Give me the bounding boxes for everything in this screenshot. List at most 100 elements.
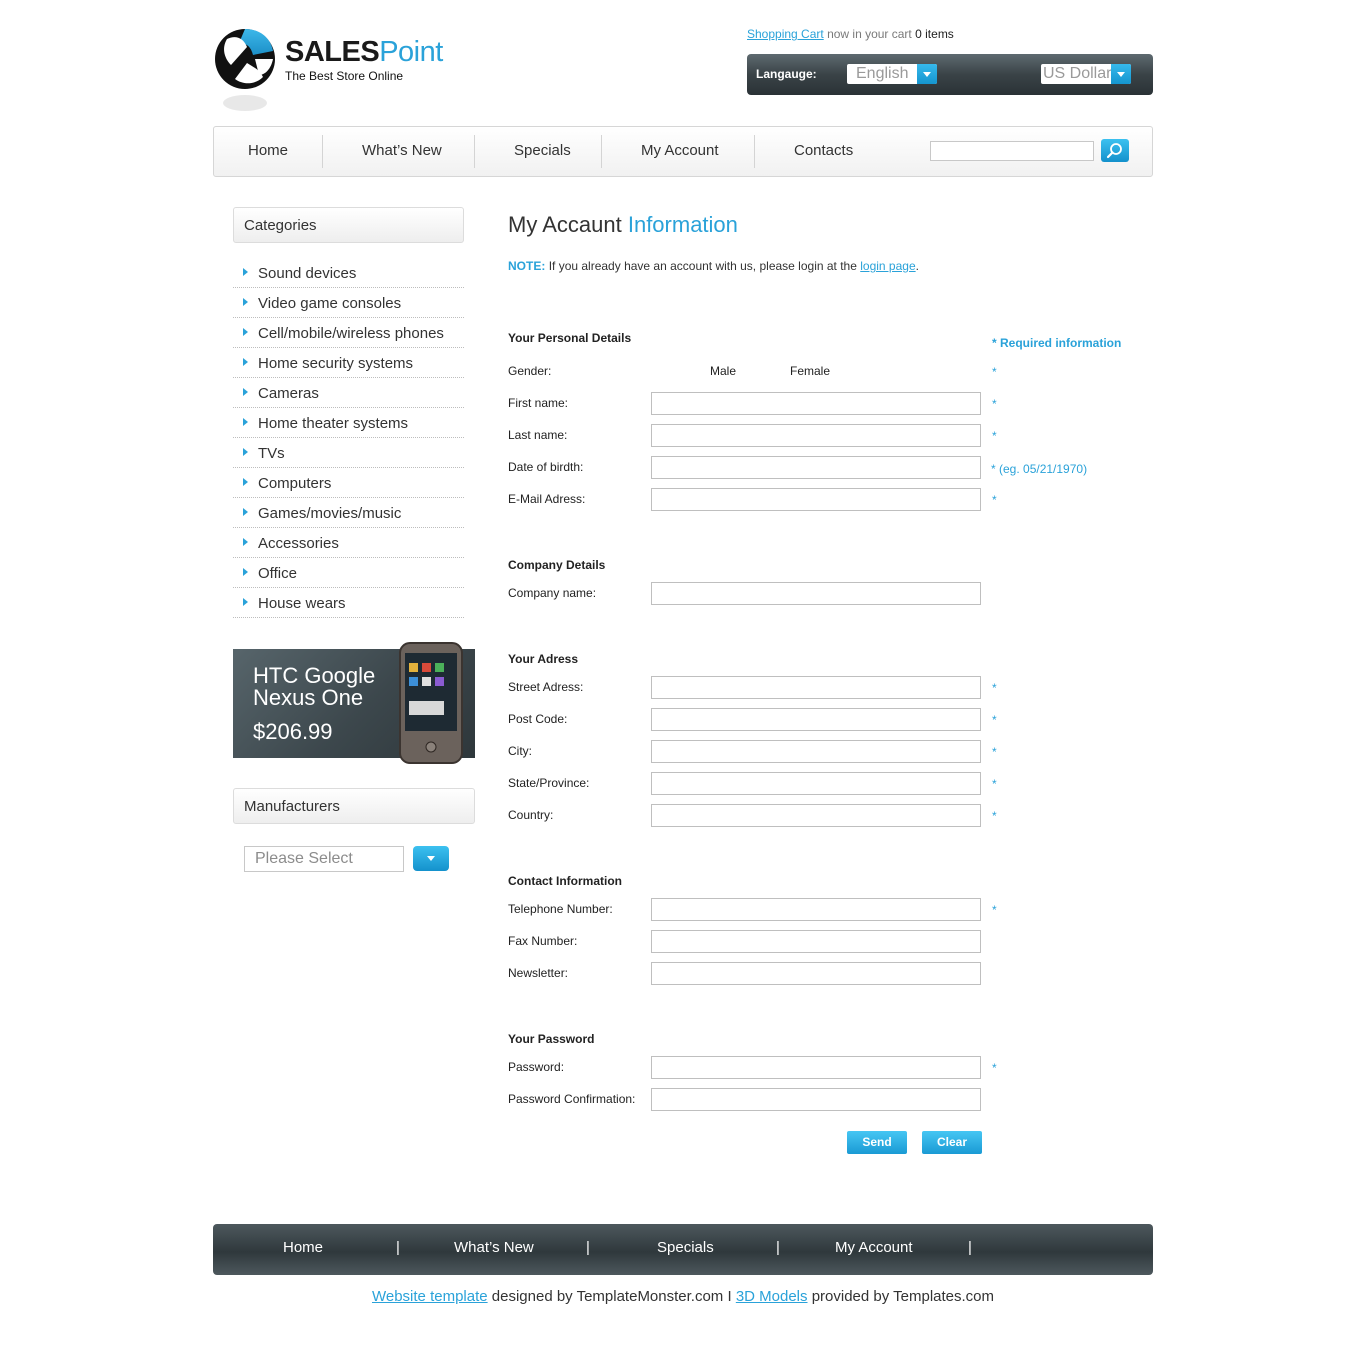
- state-field[interactable]: [651, 772, 981, 795]
- password-confirmation-field[interactable]: [651, 1088, 981, 1111]
- categories-header: Categories: [233, 207, 464, 243]
- telephone-field[interactable]: [651, 898, 981, 921]
- list-item: Cell/mobile/wireless phones: [233, 318, 464, 348]
- list-item: TVs: [233, 438, 464, 468]
- nav-divider: [322, 135, 323, 168]
- dob-field[interactable]: [651, 456, 981, 479]
- category-link[interactable]: Cameras: [258, 385, 319, 402]
- nav-specials[interactable]: Specials: [514, 142, 571, 159]
- brand-name[interactable]: SALESPoint: [285, 36, 443, 69]
- category-link[interactable]: TVs: [258, 445, 285, 462]
- telephone-label: Telephone Number:: [508, 902, 613, 916]
- brand-tagline: The Best Store Online: [285, 69, 404, 83]
- email-field[interactable]: [651, 488, 981, 511]
- list-item: Computers: [233, 468, 464, 498]
- arrow-right-icon: [243, 328, 248, 336]
- language-label: Langauge:: [756, 67, 817, 81]
- footer-nav-specials[interactable]: Specials: [657, 1239, 714, 1256]
- arrow-right-icon: [243, 508, 248, 516]
- category-link[interactable]: Computers: [258, 475, 331, 492]
- arrow-right-icon: [243, 418, 248, 426]
- account-form: My Accaunt Information NOTE: If you alre…: [508, 200, 1148, 1170]
- last-name-field[interactable]: [651, 424, 981, 447]
- company-name-field[interactable]: [651, 582, 981, 605]
- footer-nav-separator: |: [968, 1239, 972, 1256]
- manufacturer-select[interactable]: Please Select: [244, 846, 404, 872]
- gender-male-option[interactable]: Male: [710, 364, 736, 378]
- nav-whats-new[interactable]: What’s New: [362, 142, 442, 159]
- category-link[interactable]: Home theater systems: [258, 415, 408, 432]
- chevron-down-icon[interactable]: [917, 64, 937, 84]
- list-item: Accessories: [233, 528, 464, 558]
- footer-nav-my-account[interactable]: My Account: [835, 1239, 913, 1256]
- chevron-down-icon[interactable]: [413, 846, 449, 871]
- required-marker: *: [992, 745, 997, 759]
- nav-contacts[interactable]: Contacts: [794, 142, 853, 159]
- required-marker: *: [992, 809, 997, 823]
- category-link[interactable]: Sound devices: [258, 265, 356, 282]
- fax-field[interactable]: [651, 930, 981, 953]
- arrow-right-icon: [243, 298, 248, 306]
- category-link[interactable]: Games/movies/music: [258, 505, 401, 522]
- credits-text: designed by TemplateMonster.com I: [491, 1288, 732, 1305]
- country-field[interactable]: [651, 804, 981, 827]
- post-code-field[interactable]: [651, 708, 981, 731]
- 3d-models-link[interactable]: 3D Models: [736, 1288, 808, 1305]
- first-name-label: First name:: [508, 396, 569, 410]
- search-button[interactable]: [1101, 139, 1129, 162]
- nav-home[interactable]: Home: [248, 142, 288, 159]
- category-link[interactable]: Accessories: [258, 535, 339, 552]
- nav-my-account[interactable]: My Account: [641, 142, 719, 159]
- arrow-right-icon: [243, 358, 248, 366]
- manufacturers-header: Manufacturers: [233, 788, 475, 824]
- category-link[interactable]: Cell/mobile/wireless phones: [258, 325, 444, 342]
- required-marker: *: [992, 1061, 997, 1075]
- footer-nav-whats-new[interactable]: What’s New: [454, 1239, 534, 1256]
- search-input[interactable]: [930, 141, 1094, 161]
- search-icon: [1106, 143, 1122, 159]
- send-button[interactable]: Send: [847, 1131, 907, 1154]
- required-marker: *: [992, 777, 997, 791]
- category-link[interactable]: House wears: [258, 595, 346, 612]
- clear-button[interactable]: Clear: [922, 1131, 982, 1154]
- categories-title: Categories: [244, 217, 317, 234]
- language-select[interactable]: English: [847, 64, 937, 84]
- shopping-cart-link[interactable]: Shopping Cart: [747, 27, 824, 41]
- company-name-label: Company name:: [508, 586, 597, 600]
- city-field[interactable]: [651, 740, 981, 763]
- category-link[interactable]: Office: [258, 565, 297, 582]
- newsletter-field[interactable]: [651, 962, 981, 985]
- language-value: English: [856, 65, 909, 82]
- password-confirmation-label: Password Confirmation:: [508, 1092, 636, 1106]
- arrow-right-icon: [243, 538, 248, 546]
- street-field[interactable]: [651, 676, 981, 699]
- promo-banner[interactable]: HTC Google Nexus One $206.99: [233, 642, 475, 764]
- street-label: Street Adress:: [508, 680, 584, 694]
- dob-label: Date of birdth:: [508, 460, 584, 474]
- currency-select[interactable]: US Dollar: [1041, 64, 1131, 84]
- password-field[interactable]: [651, 1056, 981, 1079]
- first-name-field[interactable]: [651, 392, 981, 415]
- login-page-link[interactable]: login page: [860, 259, 915, 273]
- email-label: E-Mail Adress:: [508, 492, 586, 506]
- arrow-right-icon: [243, 478, 248, 486]
- footer-nav-separator: |: [776, 1239, 780, 1256]
- section-address-heading: Your Adress: [508, 652, 579, 666]
- logo-icon[interactable]: [213, 25, 279, 115]
- category-link[interactable]: Home security systems: [258, 355, 413, 372]
- post-code-label: Post Code:: [508, 712, 568, 726]
- website-template-link[interactable]: Website template: [372, 1288, 488, 1305]
- nav-divider: [754, 135, 755, 168]
- footer-nav-separator: |: [396, 1239, 400, 1256]
- footer-nav-separator: |: [586, 1239, 590, 1256]
- chevron-down-icon[interactable]: [1111, 64, 1131, 84]
- gender-female-option[interactable]: Female: [790, 364, 830, 378]
- section-contact-heading: Contact Information: [508, 874, 622, 888]
- currency-value: US Dollar: [1043, 65, 1112, 82]
- credits-text: provided by Templates.com: [811, 1288, 995, 1305]
- cart-status: Shopping Cart now in your cart 0 items: [747, 27, 954, 41]
- category-link[interactable]: Video game consoles: [258, 295, 401, 312]
- footer-nav-home[interactable]: Home: [283, 1239, 323, 1256]
- promo-product-name[interactable]: HTC Google Nexus One: [253, 665, 393, 709]
- required-marker: *: [992, 429, 997, 443]
